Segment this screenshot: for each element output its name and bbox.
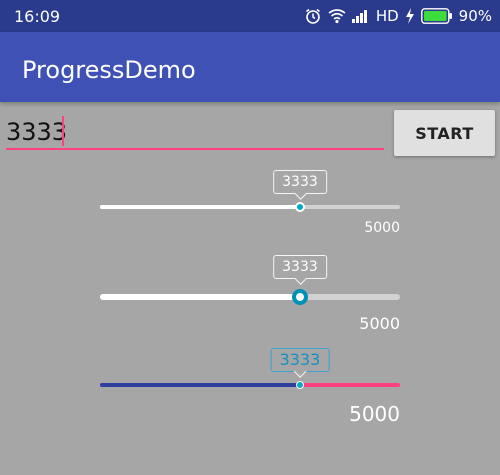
- seekbar-medium[interactable]: 3333 5000: [100, 255, 400, 335]
- seekbar-progress: [100, 383, 300, 387]
- progress-bubble: 3333: [273, 255, 327, 279]
- max-label: 5000: [359, 314, 400, 333]
- app-bar: ProgressDemo: [0, 32, 500, 102]
- status-icons: HD 90%: [304, 4, 492, 28]
- battery-icon: [420, 8, 453, 24]
- seekbar-progress: [100, 205, 300, 209]
- charging-icon: [405, 8, 415, 24]
- max-label: 5000: [349, 402, 400, 426]
- progress-bubble: 3333: [270, 348, 330, 372]
- input-underline: [6, 148, 384, 150]
- max-label: 5000: [364, 220, 400, 236]
- wifi-icon: [328, 8, 346, 24]
- seekbar-progress: [100, 294, 300, 300]
- start-button[interactable]: START: [394, 110, 495, 156]
- battery-percent: 90%: [458, 7, 492, 25]
- status-time: 16:09: [14, 7, 61, 26]
- seekbar-small[interactable]: 3333 5000: [100, 170, 400, 236]
- text-caret: [62, 116, 64, 146]
- app-title: ProgressDemo: [22, 56, 196, 84]
- progress-input-value: 3333: [6, 118, 68, 146]
- progress-input[interactable]: 3333: [6, 112, 384, 152]
- signal-icon: [351, 9, 370, 23]
- seekbar-thumb[interactable]: [294, 202, 305, 212]
- status-bar: 16:09 HD 90%: [0, 0, 500, 32]
- seekbar-thumb[interactable]: [291, 289, 308, 305]
- alarm-icon: [304, 7, 322, 25]
- seekbar-thumb[interactable]: [295, 381, 304, 389]
- network-type: HD: [375, 7, 399, 25]
- seekbar-large[interactable]: 3333 5000: [100, 348, 400, 428]
- progress-bubble: 3333: [273, 170, 327, 194]
